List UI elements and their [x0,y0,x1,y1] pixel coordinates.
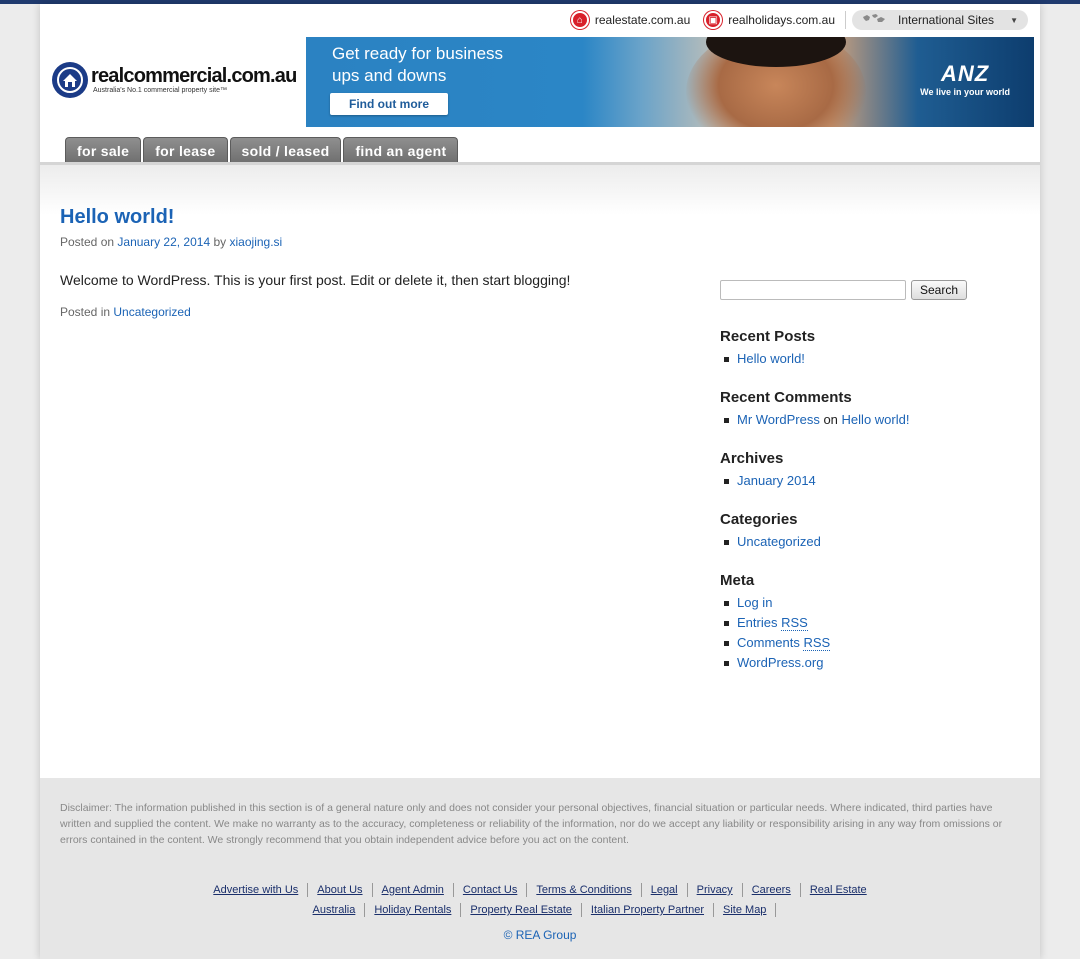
footer-link-privacy[interactable]: Privacy [688,883,743,897]
banner-find-out-more-button[interactable]: Find out more [330,93,448,115]
recent-comments-title: Recent Comments [720,389,852,406]
list-item: Hello world! [720,349,1020,369]
chevron-down-icon: ▼ [1010,15,1018,25]
anz-slogan: We live in your world [920,87,1010,97]
post-date-link[interactable]: January 22, 2014 [117,235,210,249]
list-item: Mr WordPress on Hello world! [720,410,1020,430]
footer: Disclaimer: The information published in… [40,778,1040,959]
recent-posts-widget: Recent Posts Hello world! [720,328,1020,369]
divider [845,11,846,29]
main-nav-tabs: for sale for lease sold / leased find an… [65,137,460,163]
post-meta-by: by [213,235,227,249]
footer-link-contact[interactable]: Contact Us [454,883,528,897]
post-title[interactable]: Hello world! [60,206,680,229]
footer-link-about[interactable]: About Us [308,883,373,897]
realestate-link-label: realestate.com.au [594,13,691,27]
footer-link-site-map[interactable]: Site Map [714,903,777,917]
footer-link-legal[interactable]: Legal [642,883,688,897]
comment-author-link[interactable]: Mr WordPress [737,412,820,427]
tab-sold-leased[interactable]: sold / leased [229,137,342,163]
footer-link-careers[interactable]: Careers [743,883,801,897]
search-form: Search [720,280,1020,300]
post-category-link[interactable]: Uncategorized [113,305,190,319]
page-container: ⌂ realestate.com.au ▣ realholidays.com.a… [40,4,1040,959]
comment-on-text: on [823,412,838,427]
footer-link-agent-admin[interactable]: Agent Admin [373,883,454,897]
list-item: WordPress.org [720,653,1020,673]
tab-for-lease[interactable]: for lease [143,137,228,163]
copyright: © REA Group [503,928,577,942]
recent-posts-title: Recent Posts [720,328,816,345]
list-item: Log in [720,593,1020,613]
world-map-icon [862,12,886,28]
realholidays-link-label: realholidays.com.au [728,13,835,27]
archive-link[interactable]: January 2014 [737,473,816,488]
footer-link-real-estate[interactable]: Real Estate [801,883,876,897]
comments-label: Comments [737,635,800,650]
wordpress-org-link[interactable]: WordPress.org [737,655,823,670]
search-input[interactable] [720,280,906,300]
footer-link-advertise[interactable]: Advertise with Us [204,883,309,897]
post-author-link[interactable]: xiaojing.si [230,235,283,249]
archives-title: Archives [720,450,784,467]
categories-title: Categories [720,511,798,528]
category-link[interactable]: Uncategorized [737,534,821,549]
sidebar: Search Recent Posts Hello world! Recent … [720,280,1020,673]
disclaimer-text: Disclaimer: The information published in… [60,802,1003,846]
logo-house-icon [52,62,88,98]
realholidays-link[interactable]: ▣ realholidays.com.au [704,11,835,29]
list-item: January 2014 [720,471,1020,491]
list-item: Uncategorized [720,532,1020,552]
footer-link-terms[interactable]: Terms & Conditions [527,883,642,897]
international-sites-dropdown[interactable]: International Sites ▼ [852,10,1028,30]
footer-links-row-1: Advertise with Us About Us Agent Admin C… [40,880,1040,900]
suitcase-icon: ▣ [704,11,723,29]
post-meta: Posted on January 22, 2014 by xiaojing.s… [60,235,680,249]
entries-label: Entries [737,615,778,630]
categories-widget: Categories Uncategorized [720,511,1020,552]
footer-link-holiday-rentals[interactable]: Holiday Rentals [365,903,462,917]
anz-logo: ANZ We live in your world [920,61,1010,97]
meta-widget: Meta Log in Entries RSS Comments RSS Wor… [720,572,1020,673]
house-icon: ⌂ [570,11,589,29]
international-sites-label: International Sites [898,13,995,27]
site-logo[interactable]: realcommercial.com.au Australia's No.1 c… [52,62,297,98]
comment-post-link[interactable]: Hello world! [842,412,910,427]
post-category: Posted in Uncategorized [60,305,680,319]
post-body: Welcome to WordPress. This is your first… [60,272,571,288]
tab-find-an-agent[interactable]: find an agent [343,137,459,163]
banner-headline: Get ready for business ups and downs [332,44,504,85]
recent-post-link[interactable]: Hello world! [737,351,805,366]
anz-brand: ANZ [940,61,990,86]
entries-rss-link[interactable]: Entries RSS [737,615,808,631]
network-site-links: ⌂ realestate.com.au ▣ realholidays.com.a… [557,10,1028,30]
footer-links: Advertise with Us About Us Agent Admin C… [40,880,1040,920]
rss-abbr: RSS [803,635,831,651]
logo-tagline: Australia's No.1 commercial property sit… [93,86,227,94]
post-meta-prefix: Posted on [60,235,115,249]
footer-link-italian-property[interactable]: Italian Property Partner [582,903,715,917]
logo-name: realcommercial.com.au [91,64,297,87]
footer-links-row-2: Australia Holiday Rentals Property Real … [40,900,1040,920]
rss-abbr: RSS [781,615,808,631]
list-item: Entries RSS [720,613,1020,633]
tab-for-sale[interactable]: for sale [65,137,142,163]
recent-comments-widget: Recent Comments Mr WordPress on Hello wo… [720,389,1020,430]
login-link[interactable]: Log in [737,595,772,610]
post-category-prefix: Posted in [60,305,111,319]
archives-widget: Archives January 2014 [720,450,1020,491]
list-item: Comments RSS [720,633,1020,653]
meta-title: Meta [720,572,755,589]
ad-banner[interactable]: Get ready for business ups and downs Fin… [306,37,1034,127]
comments-rss-link[interactable]: Comments RSS [737,635,831,651]
footer-link-property-real-estate[interactable]: Property Real Estate [461,903,582,917]
search-button[interactable]: Search [911,280,967,300]
footer-link-australia[interactable]: Australia [304,903,366,917]
blog-post: Hello world! Posted on January 22, 2014 … [60,206,680,319]
realestate-link[interactable]: ⌂ realestate.com.au [570,11,691,29]
